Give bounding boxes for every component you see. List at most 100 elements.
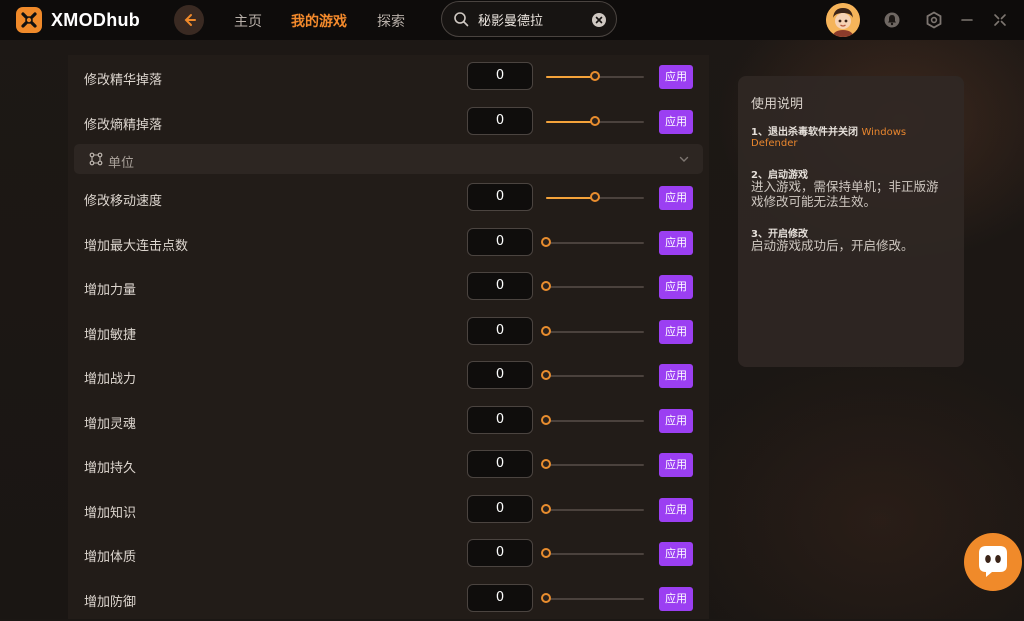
mod-slider[interactable] <box>541 326 644 336</box>
apply-button[interactable]: 应用 <box>659 231 693 255</box>
xmod-logo-icon <box>16 7 42 33</box>
slider-handle[interactable] <box>541 326 551 336</box>
mod-slider[interactable] <box>541 415 644 425</box>
mod-label: 增加战力 <box>84 372 137 387</box>
mod-value-input[interactable]: 0 <box>467 183 533 211</box>
mod-value-input[interactable]: 0 <box>467 361 533 389</box>
mod-value-input[interactable]: 0 <box>467 450 533 478</box>
nav-home[interactable]: 主页 <box>234 11 262 31</box>
apply-button[interactable]: 应用 <box>659 320 693 344</box>
search-input[interactable] <box>478 10 588 28</box>
mod-label: 修改移动速度 <box>84 194 163 209</box>
slider-handle[interactable] <box>590 192 600 202</box>
settings-icon[interactable] <box>925 11 943 29</box>
apply-button[interactable]: 应用 <box>659 364 693 388</box>
mod-slider[interactable] <box>541 459 644 469</box>
step-1-text: 1、退出杀毒软件并关闭 <box>751 127 858 138</box>
search-box <box>441 1 617 37</box>
mod-value-input[interactable]: 0 <box>467 495 533 523</box>
mod-label: 增加体质 <box>84 550 137 565</box>
step-1-accent: Windows <box>861 127 907 138</box>
close-icon[interactable] <box>991 11 1009 29</box>
slider-handle[interactable] <box>541 237 551 247</box>
apply-button[interactable]: 应用 <box>659 186 693 210</box>
step-2-line-2: 戏修改可能无法生效。 <box>751 194 877 209</box>
apply-button[interactable]: 应用 <box>659 587 693 611</box>
minimize-icon[interactable] <box>958 11 976 29</box>
mod-row: 增加战力 0 应用 <box>68 354 709 398</box>
mod-slider[interactable] <box>541 237 644 247</box>
notification-icon[interactable] <box>883 11 901 29</box>
mod-row: 增加体质 0 应用 <box>68 532 709 576</box>
slider-handle[interactable] <box>541 459 551 469</box>
assistant-button[interactable] <box>964 533 1022 591</box>
slider-fill <box>546 197 595 199</box>
mod-slider[interactable] <box>541 504 644 514</box>
mod-value-input[interactable]: 0 <box>467 272 533 300</box>
slider-handle[interactable] <box>590 116 600 126</box>
assistant-bot-icon <box>979 546 1007 577</box>
apply-button[interactable]: 应用 <box>659 498 693 522</box>
mod-label: 增加持久 <box>84 461 137 476</box>
slider-fill <box>546 76 595 78</box>
section-header-unit[interactable]: 单位 <box>74 144 703 174</box>
mod-value-input[interactable]: 0 <box>467 317 533 345</box>
mod-value-input[interactable]: 0 <box>467 228 533 256</box>
mod-label: 增加力量 <box>84 283 137 298</box>
mod-slider[interactable] <box>546 116 644 126</box>
back-button[interactable] <box>174 5 204 35</box>
slider-handle[interactable] <box>541 548 551 558</box>
search-icon <box>454 12 469 27</box>
mod-label: 增加防御 <box>84 595 137 610</box>
slider-handle[interactable] <box>541 370 551 380</box>
mod-slider[interactable] <box>541 370 644 380</box>
mod-list-panel: 单位 修改精华掉落 0 应用 修改熵精掉落 0 应用 修改移动速度 0 应用 增加最大连击点数 0 应… <box>68 55 709 619</box>
top-bar: XMODhub 主页 我的游戏 探索 <box>0 0 1024 40</box>
slider-handle[interactable] <box>541 593 551 603</box>
mod-slider[interactable] <box>541 548 644 558</box>
mod-value-input[interactable]: 0 <box>467 539 533 567</box>
avatar-image <box>826 3 860 37</box>
step-3-text: 启动游戏成功后，开启修改。 <box>751 238 914 253</box>
app-logo[interactable]: XMODhub <box>15 6 140 34</box>
slider-handle[interactable] <box>590 71 600 81</box>
step-1-heading: 1、退出杀毒软件并关闭 Windows <box>751 123 906 138</box>
mod-label: 增加最大连击点数 <box>84 239 189 254</box>
apply-button[interactable]: 应用 <box>659 453 693 477</box>
slider-handle[interactable] <box>541 281 551 291</box>
mod-value-input[interactable]: 0 <box>467 107 533 135</box>
apply-button[interactable]: 应用 <box>659 542 693 566</box>
mod-row: 修改移动速度 0 应用 <box>68 176 709 220</box>
mod-row: 增加持久 0 应用 <box>68 443 709 487</box>
mod-slider[interactable] <box>546 192 644 202</box>
apply-button[interactable]: 应用 <box>659 110 693 134</box>
slider-handle[interactable] <box>541 415 551 425</box>
clear-search-button[interactable] <box>592 13 606 27</box>
mod-label: 修改精华掉落 <box>84 73 163 88</box>
avatar[interactable] <box>826 3 860 37</box>
chevron-down-icon <box>679 156 689 162</box>
apply-button[interactable]: 应用 <box>659 409 693 433</box>
mod-slider[interactable] <box>546 71 644 81</box>
section-title: 单位 <box>108 156 135 171</box>
mod-value-input[interactable]: 0 <box>467 406 533 434</box>
slider-handle[interactable] <box>541 504 551 514</box>
apply-button[interactable]: 应用 <box>659 275 693 299</box>
mod-row: 修改熵精掉落 0 应用 <box>68 100 709 144</box>
mod-row: 增加力量 0 应用 <box>68 265 709 309</box>
clear-icon <box>595 16 603 24</box>
instructions-card: 使用说明 1、退出杀毒软件并关闭 Windows Defender 2、启动游戏… <box>738 76 964 367</box>
mod-slider[interactable] <box>541 281 644 291</box>
mod-row: 增加敏捷 0 应用 <box>68 310 709 354</box>
mod-label: 修改熵精掉落 <box>84 118 163 133</box>
apply-button[interactable]: 应用 <box>659 65 693 89</box>
mod-label: 增加知识 <box>84 506 137 521</box>
mod-slider[interactable] <box>541 593 644 603</box>
mod-row: 增加知识 0 应用 <box>68 488 709 532</box>
unit-icon <box>89 152 103 166</box>
nav-my-games[interactable]: 我的游戏 <box>291 11 347 31</box>
mod-row: 增加灵魂 0 应用 <box>68 399 709 443</box>
nav-explore[interactable]: 探索 <box>377 11 405 31</box>
mod-value-input[interactable]: 0 <box>467 62 533 90</box>
mod-value-input[interactable]: 0 <box>467 584 533 612</box>
